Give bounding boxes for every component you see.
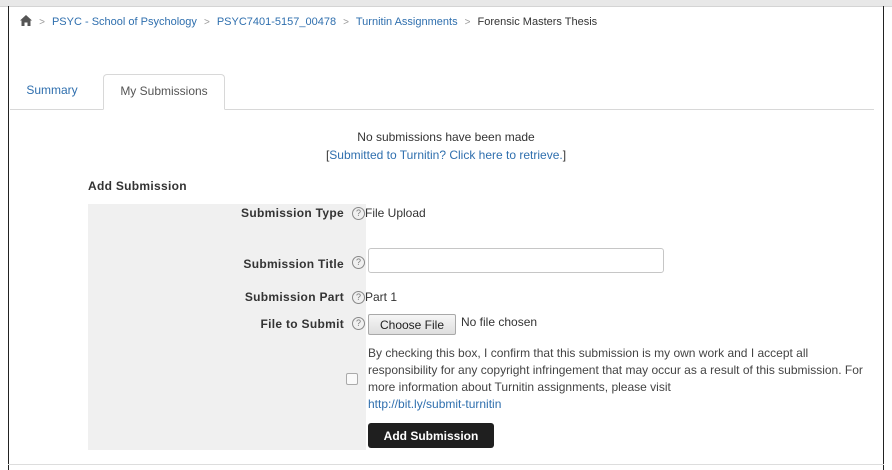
submission-title-label: Submission Title [243, 257, 344, 271]
choose-file-button[interactable]: Choose File [368, 314, 456, 335]
file-to-submit-label: File to Submit [260, 317, 344, 331]
turnitin-info-link[interactable]: http://bit.ly/submit-turnitin [368, 397, 501, 411]
tab-bar: Summary My Submissions [10, 74, 874, 110]
breadcrumb: > PSYC - School of Psychology > PSYC7401… [20, 15, 597, 28]
home-icon[interactable] [20, 15, 32, 26]
help-icon[interactable]: ? [352, 317, 365, 330]
breadcrumb-separator-icon: > [464, 17, 471, 28]
retrieve-line: [Submitted to Turnitin? Click here to re… [0, 148, 892, 162]
breadcrumb-separator-icon: > [39, 17, 45, 28]
help-icon[interactable]: ? [352, 291, 365, 304]
help-icon[interactable]: ? [352, 256, 365, 269]
no-submissions-message: No submissions have been made [357, 130, 535, 144]
breadcrumb-current: Forensic Masters Thesis [477, 16, 598, 28]
bottom-divider [8, 464, 884, 465]
confirm-statement: By checking this box, I confirm that thi… [368, 345, 878, 413]
submission-part-label: Submission Part [244, 290, 344, 304]
breadcrumb-separator-icon: > [343, 17, 350, 28]
submission-part-value: Part 1 [365, 290, 398, 304]
help-icon[interactable]: ? [352, 207, 365, 220]
breadcrumb-turnitin[interactable]: Turnitin Assignments [356, 16, 458, 28]
confirm-text: By checking this box, I confirm that thi… [368, 346, 863, 394]
add-submission-button[interactable]: Add Submission [368, 423, 494, 448]
submission-title-input[interactable] [368, 248, 664, 273]
tab-my-submissions[interactable]: My Submissions [103, 74, 225, 110]
breadcrumb-separator-icon: > [203, 17, 210, 28]
add-submission-heading: Add Submission [88, 179, 187, 193]
breadcrumb-school[interactable]: PSYC - School of Psychology [52, 16, 197, 28]
submission-type-label: Submission Type [241, 206, 344, 220]
breadcrumb-course[interactable]: PSYC7401-5157_00478 [217, 16, 336, 28]
retrieve-close-bracket: ] [562, 148, 567, 162]
submission-type-value: File Upload [365, 206, 426, 220]
retrieve-link[interactable]: Submitted to Turnitin? Click here to ret… [329, 148, 562, 162]
tab-summary[interactable]: Summary [10, 74, 94, 109]
file-status-text: No file chosen [461, 315, 538, 329]
confirm-checkbox[interactable] [346, 373, 358, 385]
